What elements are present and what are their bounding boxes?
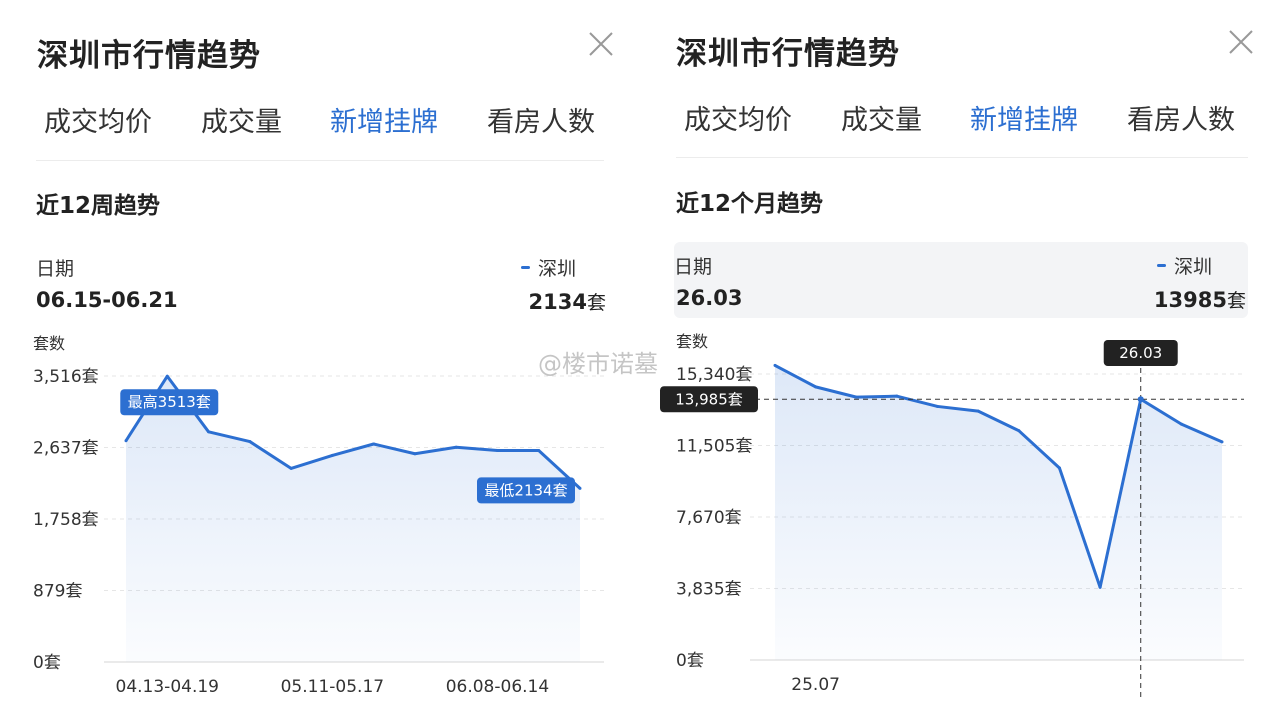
data-point — [413, 452, 417, 456]
max-badge-text: 最高3513套 — [128, 393, 211, 411]
close-icon[interactable] — [588, 31, 614, 57]
legend-dot-icon — [520, 266, 530, 269]
section-subtitle: 近12个月趋势 — [676, 191, 824, 217]
y-tick-label: 3,516套 — [33, 367, 99, 387]
series-number: 13985 — [1153, 288, 1227, 312]
tab-avg-price[interactable]: 成交均价 — [44, 100, 152, 139]
series-area — [775, 365, 1222, 660]
max-badge-bg — [120, 389, 219, 416]
data-point — [895, 394, 899, 398]
right-panel: 深圳市行情趋势 成交均价 成交量 新增挂牌 看房人数 近12个月趋势 日期 26… — [538, 0, 1280, 720]
tab-viewers[interactable]: 看房人数 — [1127, 98, 1235, 137]
data-point — [1220, 440, 1224, 444]
data-point — [330, 453, 334, 457]
panel-title: 深圳市行情趋势 — [676, 36, 900, 72]
x-tick-label: 05.11-05.17 — [281, 677, 384, 697]
y-tick-label: 11,505套 — [676, 437, 752, 457]
data-point — [248, 440, 252, 444]
x-tick-label: 25.07 — [791, 675, 840, 695]
max-badge: 最高3513套 — [120, 389, 219, 416]
data-point — [1098, 585, 1102, 589]
y-axis-title: 套数 — [33, 334, 65, 353]
data-point — [936, 404, 940, 408]
legend-label: 深圳 — [1173, 256, 1212, 278]
crosshair-y-badge-text: 13,985套 — [675, 390, 743, 408]
series-value: 13985套 — [1154, 286, 1246, 313]
series-line — [124, 374, 582, 490]
y-tick-label: 879套 — [33, 582, 82, 602]
data-point — [1017, 429, 1021, 433]
data-point — [1179, 422, 1183, 426]
section-subtitle: 近12周趋势 — [36, 193, 161, 219]
crosshair-x-badge-text: 26.03 — [1119, 344, 1162, 362]
date-label: 日期 — [674, 256, 713, 278]
data-point — [165, 374, 169, 378]
legend-dot-icon — [1156, 264, 1166, 267]
y-tick-label: 0套 — [676, 651, 704, 671]
crosshair-x-badge-bg — [1103, 340, 1178, 366]
series-area — [126, 376, 580, 662]
crosshair-y-badge: 13,985套 — [660, 386, 758, 413]
crosshair-point — [1137, 396, 1144, 403]
close-icon[interactable] — [1228, 29, 1254, 55]
data-point — [1139, 397, 1143, 401]
y-tick-label: 2,637套 — [33, 439, 99, 459]
series-unit: 套 — [1226, 290, 1246, 312]
y-tick-label: 0套 — [33, 653, 61, 673]
legend-label: 深圳 — [537, 258, 576, 280]
legend-item: 深圳 — [1156, 252, 1212, 279]
watermark: @楼市诺墓 — [538, 350, 658, 378]
tab-volume[interactable]: 成交量 — [841, 98, 922, 137]
crosshair-y-badge-bg — [660, 386, 758, 413]
data-point — [773, 363, 777, 367]
series-number: 2134 — [528, 290, 587, 314]
y-tick-label: 7,670套 — [676, 508, 742, 528]
data-point — [124, 439, 128, 443]
tab-viewers[interactable]: 看房人数 — [487, 100, 595, 139]
y-tick-label: 3,835套 — [676, 580, 742, 600]
data-point — [1057, 466, 1061, 470]
tab-volume[interactable]: 成交量 — [201, 100, 282, 139]
data-point — [454, 445, 458, 449]
y-tick-label: 15,340套 — [676, 365, 752, 385]
series-unit: 套 — [586, 292, 606, 314]
date-value: 06.15-06.21 — [36, 288, 178, 312]
min-badge-bg — [477, 477, 575, 504]
data-point — [854, 395, 858, 399]
tab-new-listings[interactable]: 新增挂牌 — [330, 100, 438, 139]
data-point — [537, 449, 541, 453]
crosshair-x-badge: 26.03 — [1103, 340, 1178, 366]
tab-new-listings[interactable]: 新增挂牌 — [970, 98, 1078, 137]
min-badge-text: 最低2134套 — [484, 481, 567, 499]
min-badge: 最低2134套 — [477, 477, 575, 504]
date-value: 26.03 — [676, 286, 743, 310]
data-point — [976, 409, 980, 413]
tab-divider — [36, 160, 604, 161]
series-value: 2134套 — [529, 288, 606, 315]
tab-divider — [676, 157, 1248, 158]
x-tick-label: 04.13-04.19 — [116, 677, 219, 697]
data-point — [207, 430, 211, 434]
data-point — [814, 385, 818, 389]
y-axis-title: 套数 — [676, 332, 708, 351]
data-point — [578, 486, 582, 490]
panel-title: 深圳市行情趋势 — [37, 38, 261, 74]
data-point — [495, 449, 499, 453]
x-tick-label: 06.08-06.14 — [446, 677, 549, 697]
date-label: 日期 — [36, 258, 75, 280]
series-line — [774, 364, 1223, 589]
data-point — [289, 466, 293, 470]
data-point — [372, 442, 376, 446]
tab-avg-price[interactable]: 成交均价 — [684, 98, 792, 137]
y-tick-label: 1,758套 — [33, 510, 99, 530]
legend-item: 深圳 — [520, 254, 576, 281]
